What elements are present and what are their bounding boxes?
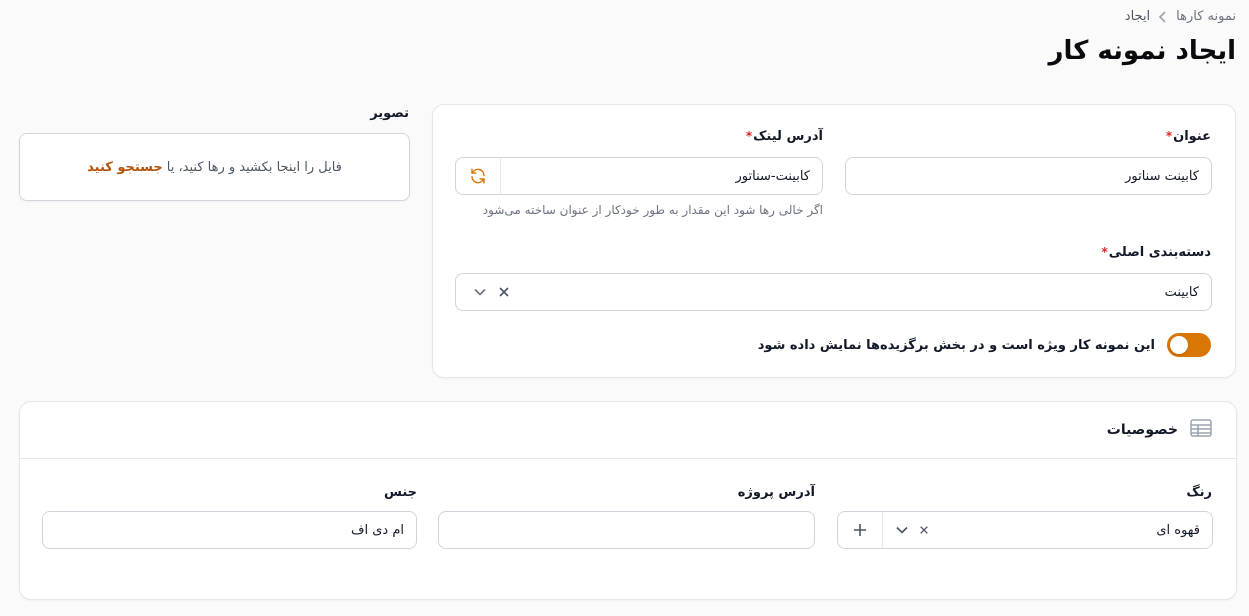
table-icon: [1190, 419, 1212, 441]
page-title: ایجاد نمونه کار: [1048, 36, 1237, 66]
main-form-card: عنوان* کابینت سناتور آدرس لینک* کابینت-س…: [432, 104, 1236, 378]
close-icon: [499, 287, 509, 297]
add-color-button[interactable]: [838, 512, 883, 548]
breadcrumb: نمونه کارها ایجاد: [1125, 9, 1236, 24]
refresh-icon: [471, 168, 485, 184]
project-address-label: آدرس پروژه: [737, 485, 815, 500]
featured-toggle[interactable]: [1167, 333, 1211, 357]
breadcrumb-current: ایجاد: [1124, 9, 1151, 24]
specifications-card: خصوصیات رنگ قهوه ای آدرس پروژه جنس ام دی…: [19, 401, 1237, 600]
clear-category-button[interactable]: [492, 286, 516, 298]
browse-link[interactable]: جستجو کنید: [87, 160, 163, 175]
specifications-header: خصوصیات: [1107, 419, 1212, 441]
specifications-divider: [20, 458, 1236, 459]
chevron-left-icon: [1158, 10, 1168, 23]
category-select[interactable]: کابینت: [455, 273, 1212, 311]
featured-label: این نمونه کار ویژه است و در بخش برگزیده‌…: [757, 337, 1155, 353]
material-label: جنس: [383, 485, 417, 500]
image-label: تصویر: [370, 106, 409, 121]
color-label: رنگ: [1186, 485, 1212, 500]
featured-row: این نمونه کار ویژه است و در بخش برگزیده‌…: [758, 333, 1211, 357]
required-mark: *: [1165, 129, 1173, 143]
project-address-input[interactable]: [438, 511, 815, 549]
chevron-down-icon[interactable]: [891, 526, 913, 534]
plus-icon: [854, 524, 866, 536]
slug-input[interactable]: کابینت-سناتور: [501, 169, 822, 184]
slug-input-group: کابینت-سناتور: [455, 157, 823, 195]
specifications-title: خصوصیات: [1106, 422, 1178, 438]
image-dropzone[interactable]: فایل را اینجا بکشید و رها کنید، یا جستجو…: [19, 133, 410, 201]
required-mark: *: [1101, 245, 1108, 259]
toggle-knob: [1170, 336, 1188, 354]
material-input[interactable]: ام دی اف: [42, 511, 417, 549]
chevron-down-icon[interactable]: [468, 288, 492, 296]
dropzone-text: فایل را اینجا بکشید و رها کنید، یا: [166, 159, 342, 175]
color-select[interactable]: قهوه ای: [837, 511, 1213, 549]
title-input[interactable]: کابینت سناتور: [845, 157, 1212, 195]
title-label: عنوان*: [1165, 129, 1211, 144]
breadcrumb-parent-link[interactable]: نمونه کارها: [1176, 9, 1236, 24]
category-label: دسته‌بندی اصلی*: [1101, 245, 1211, 260]
slug-label: آدرس لینک*: [745, 129, 823, 144]
regenerate-slug-button[interactable]: [456, 158, 501, 194]
slug-hint: اگر خالی رها شود این مقدار به طور خودکار…: [482, 203, 823, 217]
close-icon: [920, 526, 928, 534]
required-mark: *: [745, 129, 753, 143]
clear-color-button[interactable]: [913, 525, 935, 535]
